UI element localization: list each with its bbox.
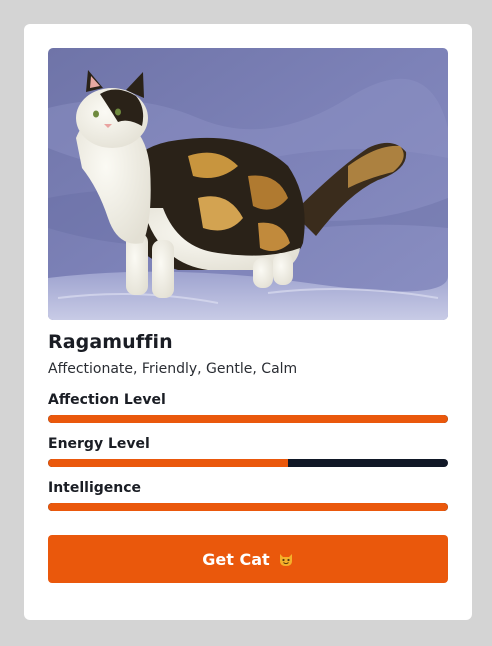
get-cat-button[interactable]: Get Cat xyxy=(48,535,448,583)
stat-energy-level: Energy Level xyxy=(48,435,448,467)
smiling-cat-emoji-icon xyxy=(278,551,294,567)
intelligence-bar-fill xyxy=(48,503,448,511)
stat-intelligence: Intelligence xyxy=(48,479,448,511)
stat-affection-level: Affection Level xyxy=(48,391,448,423)
stat-label: Energy Level xyxy=(48,436,150,452)
get-cat-button-label: Get Cat xyxy=(202,549,270,569)
breed-name: Ragamuffin xyxy=(48,331,173,353)
affection-level-bar xyxy=(48,415,448,423)
energy-level-bar-fill xyxy=(48,459,288,467)
energy-level-bar xyxy=(48,459,448,467)
stat-label: Affection Level xyxy=(48,392,166,408)
stat-label: Intelligence xyxy=(48,480,142,496)
cat-photo xyxy=(48,48,448,320)
breed-card: Ragamuffin Affectionate, Friendly, Gentl… xyxy=(24,24,472,620)
affection-level-bar-fill xyxy=(48,415,448,423)
intelligence-bar xyxy=(48,503,448,511)
breed-temperament: Affectionate, Friendly, Gentle, Calm xyxy=(48,361,298,377)
